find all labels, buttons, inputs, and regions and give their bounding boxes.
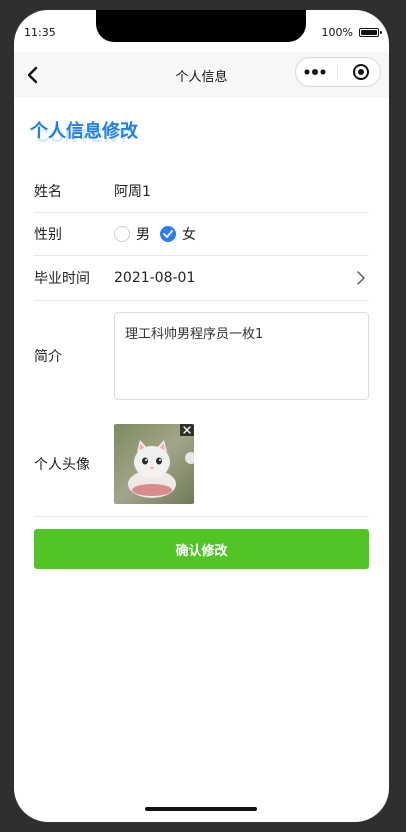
name-input[interactable]: 阿周1 xyxy=(114,181,369,201)
phone-screen: 11:35 100% 个人信息 CONTENT 个人信息修改 姓名 阿周1 性别… xyxy=(14,10,389,822)
avatar-image[interactable] xyxy=(114,423,194,504)
chevron-left-icon xyxy=(27,66,38,84)
battery-percentage: 100% xyxy=(321,26,353,39)
remove-avatar-button[interactable] xyxy=(180,423,194,436)
intro-row: 简介 理工科帅男程序员一枚1 xyxy=(34,301,369,411)
page-title: 个人信息 xyxy=(175,69,228,85)
device-notch xyxy=(96,10,306,42)
chevron-right-icon[interactable] xyxy=(353,270,369,286)
section-title: 个人信息修改 xyxy=(30,121,138,142)
graduation-date-value[interactable]: 2021-08-01 xyxy=(114,270,353,286)
target-icon xyxy=(352,64,369,80)
gender-option-male[interactable]: 男 xyxy=(114,224,150,244)
cat-photo xyxy=(114,423,194,504)
name-label: 姓名 xyxy=(34,184,62,200)
capsule-divider xyxy=(337,64,339,80)
intro-textarea[interactable]: 理工科帅男程序员一枚1 xyxy=(114,312,369,400)
more-button[interactable] xyxy=(299,60,331,84)
radio-unchecked-icon xyxy=(114,226,130,242)
gender-label: 性别 xyxy=(34,227,62,243)
gender-option-female[interactable]: 女 xyxy=(160,224,196,244)
status-right: 100% xyxy=(321,26,382,39)
graduation-row[interactable]: 毕业时间 2021-08-01 xyxy=(34,256,369,301)
close-icon xyxy=(183,425,191,434)
gender-radio-group: 男 女 xyxy=(114,224,369,244)
intro-label: 简介 xyxy=(34,349,62,365)
home-indicator xyxy=(145,807,257,811)
checkmark-icon xyxy=(163,230,173,238)
status-time: 11:35 xyxy=(24,26,56,39)
form-content: CONTENT 个人信息修改 姓名 阿周1 性别 男 女 毕业时间 2021-0… xyxy=(30,106,369,569)
graduation-label: 毕业时间 xyxy=(34,271,90,287)
gender-row: 性别 男 女 xyxy=(34,213,369,256)
miniapp-capsule xyxy=(295,57,381,87)
radio-checked-icon xyxy=(160,226,176,242)
avatar-row: 个人头像 xyxy=(34,411,369,517)
battery-icon xyxy=(359,28,382,37)
avatar-label: 个人头像 xyxy=(34,456,90,473)
gender-option-label: 男 xyxy=(136,227,150,243)
confirm-button[interactable]: 确认修改 xyxy=(34,529,369,569)
section-header: CONTENT 个人信息修改 xyxy=(30,106,369,170)
more-icon xyxy=(304,69,326,75)
navigation-bar: 个人信息 xyxy=(14,52,389,98)
gender-option-label: 女 xyxy=(182,227,196,243)
name-row: 姓名 阿周1 xyxy=(34,170,369,213)
close-miniapp-button[interactable] xyxy=(345,60,377,84)
back-button[interactable] xyxy=(20,62,46,88)
